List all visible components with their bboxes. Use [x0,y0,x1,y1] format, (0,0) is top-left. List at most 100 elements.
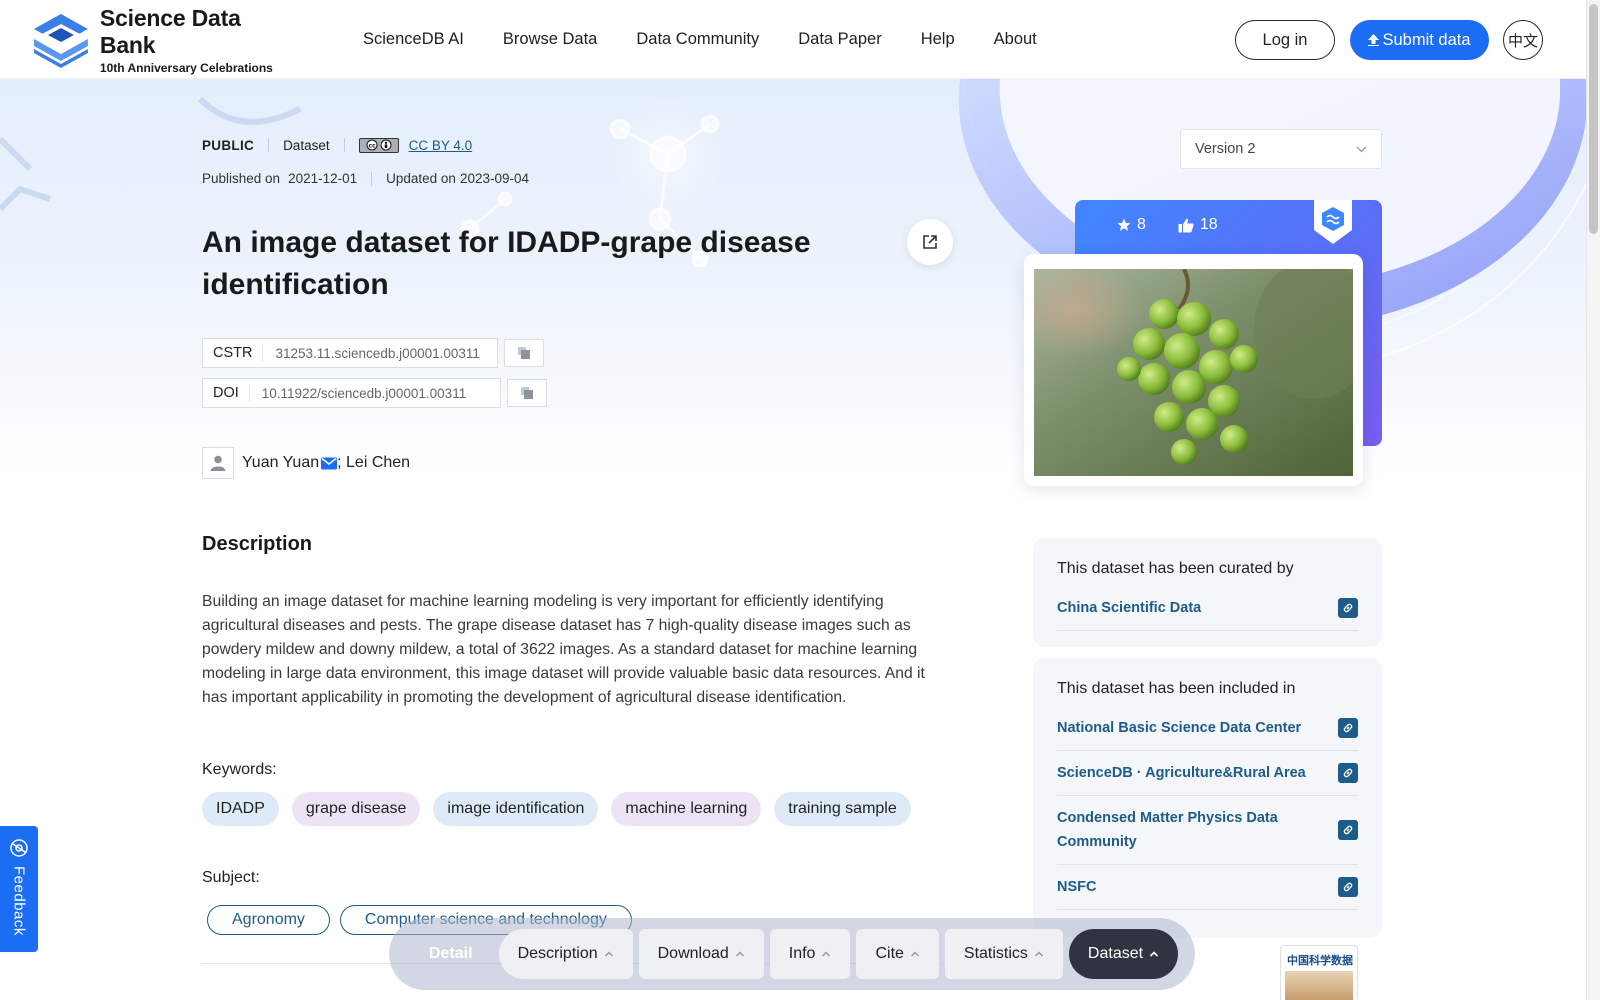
included-link-item[interactable]: National Basic Science Data Center [1057,706,1358,751]
link-icon[interactable] [1338,763,1358,783]
cc-icon: cc [366,139,378,151]
keywords-list: IDADP grape disease image identification… [202,792,911,826]
chevron-up-icon [1034,951,1043,957]
chain-link-icon [1343,768,1353,778]
copy-doi-button[interactable] [507,379,547,407]
grape-image [1034,269,1353,476]
email-icon[interactable] [321,457,338,470]
included-link-label[interactable]: Condensed Matter Physics Data Community [1057,806,1307,854]
keywords-label: Keywords: [202,761,277,778]
access-badge: PUBLIC [202,137,255,153]
nav-help[interactable]: Help [921,30,955,49]
keyword-tag[interactable]: machine learning [611,792,762,826]
main-nav: ScienceDB AI Browse Data Data Community … [363,0,1076,79]
doi-box: DOI 10.11922/sciencedb.j00001.00311 [202,378,501,408]
tab-statistics-label: Statistics [963,945,1028,962]
included-in-card: This dataset has been included in Nation… [1033,658,1382,938]
tab-cite[interactable]: Cite [856,929,939,979]
dataset-meta-row: PUBLIC Dataset cc CC BY 4.0 [202,135,472,155]
tab-info[interactable]: Info [769,929,851,979]
tab-dataset-label: Dataset [1087,945,1144,962]
divider [268,138,270,152]
subject-label: Subject: [202,869,260,886]
dataset-title: An image dataset for IDADP-grape disease… [202,226,811,301]
included-link-item[interactable]: Condensed Matter Physics Data Community [1057,796,1358,865]
included-link-label[interactable]: National Basic Science Data Center [1057,716,1307,740]
doi-label: DOI [203,384,250,402]
cstr-box: CSTR 31253.11.sciencedb.j00001.00311 [202,338,498,368]
like-count-value: 18 [1199,216,1218,233]
tab-description[interactable]: Description [498,929,633,979]
cstr-value[interactable]: 31253.11.sciencedb.j00001.00311 [263,346,491,361]
curated-by-card: This dataset has been curated by China S… [1033,538,1382,647]
divider [343,138,345,152]
author-name[interactable]: Yuan Yuan [242,454,319,472]
site-logo[interactable]: Science Data Bank 10th Anniversary Celeb… [32,5,302,75]
chain-link-icon [1343,723,1353,733]
scrollbar-thumb[interactable] [1589,4,1598,234]
cc-license-icon: cc [358,137,399,153]
copy-cstr-button[interactable] [504,339,544,367]
updated-label: Updated on [386,171,456,186]
subject-tag[interactable]: Agronomy [207,905,330,935]
divider [371,171,373,186]
link-icon[interactable] [1338,820,1358,840]
link-icon[interactable] [1338,877,1358,897]
thumbs-up-icon [1178,218,1194,232]
keyword-tag[interactable]: training sample [774,792,911,826]
tab-dataset[interactable]: Dataset [1068,929,1179,979]
nav-about[interactable]: About [994,30,1037,49]
version-select[interactable]: Version 2 [1180,129,1382,169]
submit-data-button[interactable]: Submit data [1350,20,1489,60]
author-avatar-icon [202,447,234,479]
chevron-up-icon [604,951,613,957]
chevron-up-icon [1149,951,1159,957]
keyword-tag[interactable]: IDADP [202,792,279,826]
certified-shield-icon [1314,200,1352,244]
feedback-label: Feedback [10,866,28,936]
author-separator: ; [337,454,347,471]
nav-data-paper[interactable]: Data Paper [798,30,881,49]
link-icon[interactable] [1338,718,1358,738]
doi-value[interactable]: 10.11922/sciencedb.j00001.00311 [250,386,478,401]
nav-sciencedb-ai[interactable]: ScienceDB AI [363,30,464,49]
like-count[interactable]: 18 [1178,216,1218,234]
person-icon [210,455,226,471]
included-link-item[interactable]: ScienceDB · Agriculture&Rural Area [1057,751,1358,796]
included-link-label[interactable]: ScienceDB · Agriculture&Rural Area [1057,761,1307,785]
science-data-bank-logo-icon [33,14,88,68]
chevron-up-icon [735,951,744,957]
nav-data-community[interactable]: Data Community [636,30,759,49]
included-link-item[interactable]: NSFC [1057,865,1358,910]
description-text: Building an image dataset for machine le… [202,593,925,706]
share-button[interactable] [907,219,953,265]
favorite-count[interactable]: 8 [1117,216,1146,234]
curated-link-label[interactable]: China Scientific Data [1057,596,1307,620]
language-switch-button[interactable]: 中文 [1503,20,1543,60]
feedback-tab[interactable]: Feedback [0,826,38,952]
curated-link-item[interactable]: China Scientific Data [1057,586,1358,631]
author-name[interactable]: Lei Chen [346,454,410,472]
dataset-cover-card [1024,254,1363,486]
chain-link-icon [1343,825,1353,835]
link-icon[interactable] [1338,598,1358,618]
nav-browse-data[interactable]: Browse Data [503,30,597,49]
included-heading: This dataset has been included in [1057,680,1296,697]
login-button[interactable]: Log in [1235,20,1335,60]
grape-cover-image[interactable] [1034,269,1353,476]
keyword-tag[interactable]: grape disease [291,792,421,826]
svg-text:cc: cc [368,143,376,150]
license-link[interactable]: CC BY 4.0 [409,138,473,153]
tab-statistics[interactable]: Statistics [944,929,1063,979]
section-nav-bar: Detail Description Download Info Cite St… [389,918,1195,990]
stats-row: 8 18 [1117,216,1218,234]
detail-label[interactable]: Detail [403,929,495,979]
tab-info-label: Info [788,945,816,962]
tab-download[interactable]: Download [638,929,764,979]
authors-row: Yuan Yuan ; Lei Chen [202,447,410,479]
keyword-tag[interactable]: image identification [433,792,599,826]
version-value: Version 2 [1195,141,1256,157]
journal-cover-thumbnail[interactable]: 中国科学数据 [1280,945,1358,1000]
included-link-label[interactable]: NSFC [1057,875,1307,899]
chevron-up-icon [910,951,919,957]
